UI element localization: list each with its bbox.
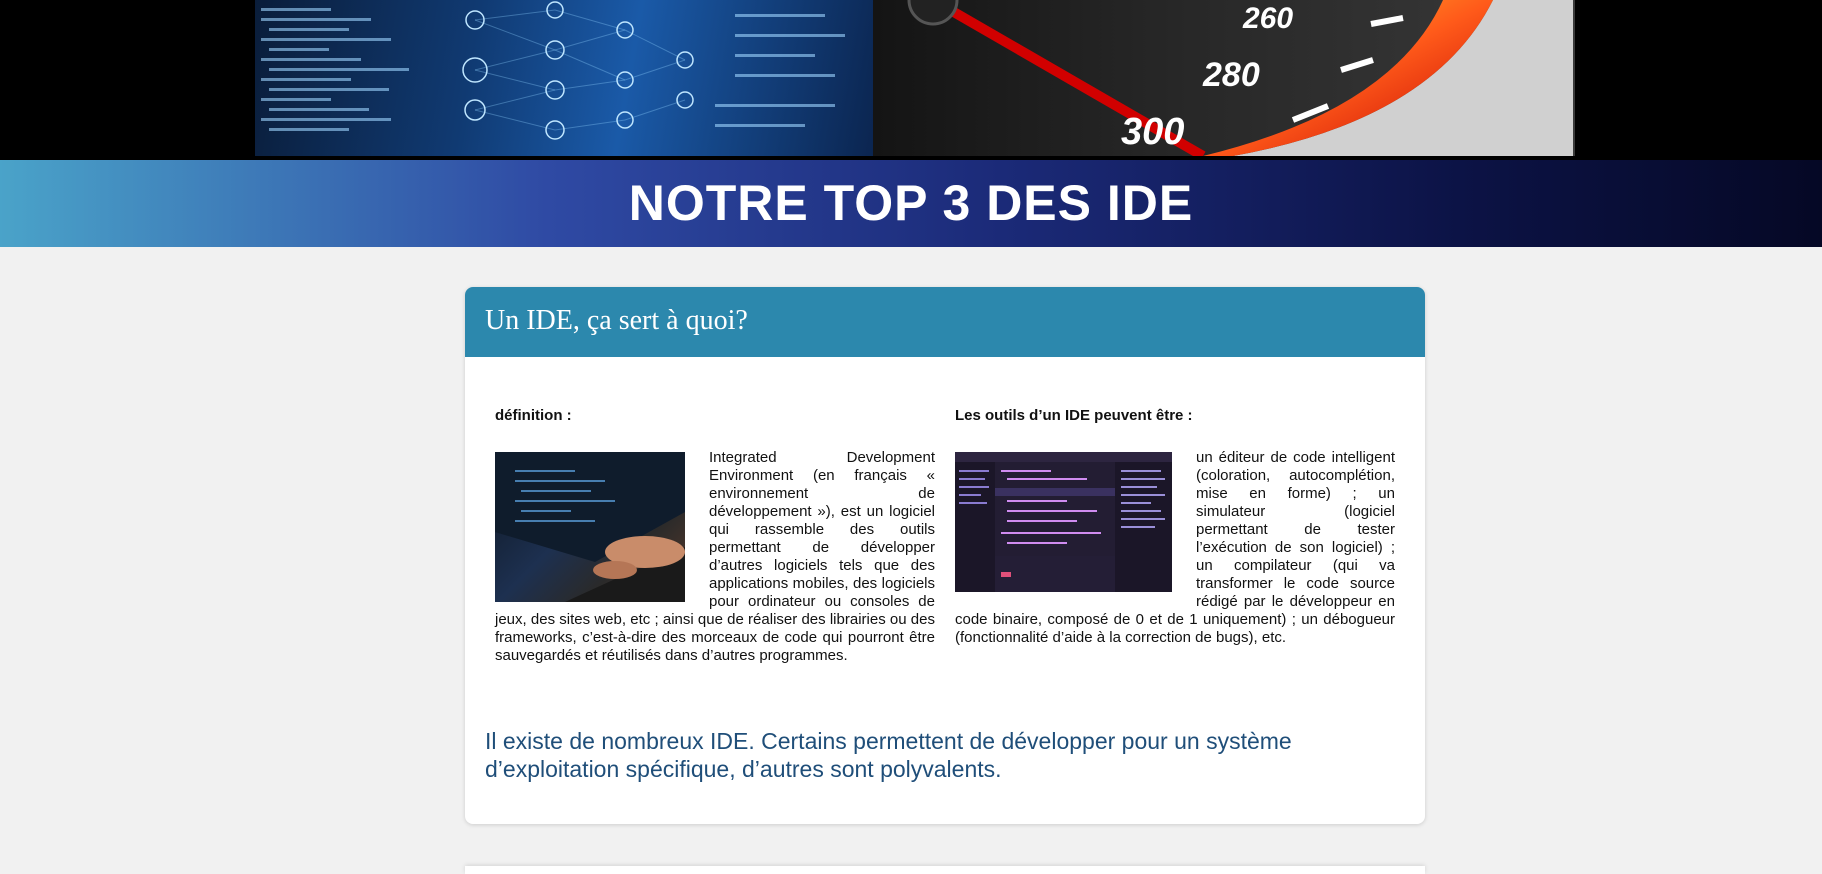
tools-heading: Les outils d’un IDE peuvent être : bbox=[955, 407, 1193, 424]
tools-column: Les outils d’un IDE peuvent être : un éd… bbox=[955, 407, 1395, 647]
neural-network-illustration bbox=[261, 1, 845, 140]
banner-image: 260 280 300 bbox=[255, 0, 1575, 156]
definition-heading: définition : bbox=[495, 407, 572, 424]
speed-label-260: 260 bbox=[1242, 2, 1293, 35]
speedometer-illustration: 260 280 300 bbox=[907, 0, 1573, 156]
intro-card: Un IDE, ça sert à quoi? définition : Int… bbox=[465, 287, 1425, 824]
banner: 260 280 300 bbox=[0, 0, 1822, 160]
card-title: Un IDE, ça sert à quoi? bbox=[485, 305, 748, 336]
page-title: NOTRE TOP 3 DES IDE bbox=[628, 175, 1194, 231]
code-network-graphic bbox=[255, 0, 873, 156]
title-bar: NOTRE TOP 3 DES IDE bbox=[0, 160, 1822, 247]
code-editor-screenshot-icon bbox=[955, 452, 1172, 592]
card-header: Un IDE, ça sert à quoi? bbox=[465, 287, 1425, 357]
speed-label-300: 300 bbox=[1121, 111, 1184, 153]
laptop-photo-icon bbox=[495, 452, 685, 602]
definition-column: définition : Integrated Development Envi… bbox=[495, 407, 935, 665]
ide-variety-note: Il existe de nombreux IDE. Certains perm… bbox=[485, 728, 1292, 782]
speed-label-280: 280 bbox=[1202, 56, 1260, 94]
speedometer-graphic: 260 280 300 bbox=[873, 0, 1575, 156]
next-card-edge bbox=[465, 866, 1425, 874]
